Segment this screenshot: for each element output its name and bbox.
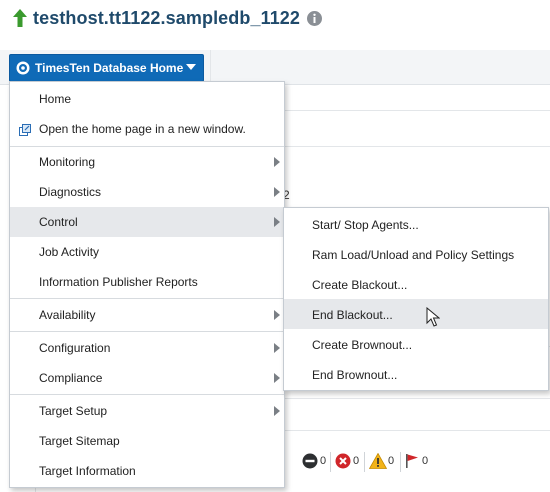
menu-item-diagnostics[interactable]: Diagnostics xyxy=(10,177,284,207)
menu-item-label: Job Activity xyxy=(39,245,100,259)
warning-count-value: 0 xyxy=(388,455,395,467)
critical-icon xyxy=(335,453,351,469)
submenu-item-end-blackout[interactable]: End Blackout... xyxy=(284,299,548,329)
status-divider xyxy=(364,452,365,472)
chevron-right-icon xyxy=(274,187,280,197)
background-divider xyxy=(283,110,550,111)
new-window-icon xyxy=(19,124,31,136)
chevron-right-icon xyxy=(274,157,280,167)
menu-item-control[interactable]: Control xyxy=(10,207,284,237)
submenu-item-label: End Blackout... xyxy=(312,308,393,322)
status-divider xyxy=(400,452,401,472)
submenu-item-label: Create Blackout... xyxy=(312,278,408,292)
menu-item-label: Configuration xyxy=(39,341,111,355)
menu-item-label: Availability xyxy=(39,308,96,322)
warning-icon xyxy=(369,453,387,469)
menu-item-label: Diagnostics xyxy=(39,185,102,199)
down-count-value: 0 xyxy=(320,455,327,467)
menu-separator xyxy=(10,331,284,332)
critical-count-value: 0 xyxy=(353,455,360,467)
flag-icon xyxy=(406,454,418,468)
submenu-item-label: Ram Load/Unload and Policy Settings xyxy=(312,248,515,262)
target-down-count[interactable]: 0 xyxy=(302,450,332,474)
menu-item-information-publisher-reports[interactable]: Information Publisher Reports xyxy=(10,267,284,297)
submenu-item-label: End Brownout... xyxy=(312,368,398,382)
target-up-status-icon xyxy=(13,9,27,27)
submenu-item-label: Start/ Stop Agents... xyxy=(312,218,419,232)
chevron-right-icon xyxy=(274,217,280,227)
submenu-item-start-stop-agents[interactable]: Start/ Stop Agents... xyxy=(284,209,548,239)
menu-item-label: Target Setup xyxy=(39,404,108,418)
menu-item-open-new-window[interactable]: Open the home page in a new window. xyxy=(10,114,284,144)
home-button-label: TimesTen Database Home xyxy=(35,61,184,75)
background-divider xyxy=(283,398,550,399)
page-header: testhost.tt1122.sampledb_1122 xyxy=(0,0,550,40)
timesten-database-home-menu-button[interactable]: TimesTen Database Home xyxy=(9,54,204,82)
submenu-item-create-blackout[interactable]: Create Blackout... xyxy=(284,269,548,299)
menu-item-configuration[interactable]: Configuration xyxy=(10,333,284,363)
menu-item-target-information[interactable]: Target Information xyxy=(10,456,284,486)
submenu-item-label: Create Brownout... xyxy=(312,338,413,352)
menu-item-compliance[interactable]: Compliance xyxy=(10,363,284,393)
menu-item-availability[interactable]: Availability xyxy=(10,300,284,330)
chevron-right-icon xyxy=(274,343,280,353)
menu-item-label: Open the home page in a new window. xyxy=(39,122,246,136)
control-submenu: Start/ Stop Agents... Ram Load/Unload an… xyxy=(283,207,549,391)
submenu-item-create-brownout[interactable]: Create Brownout... xyxy=(284,329,548,359)
chevron-right-icon xyxy=(274,406,280,416)
menu-item-label: Information Publisher Reports xyxy=(39,275,198,289)
chevron-down-icon xyxy=(186,64,196,70)
mouse-pointer-icon xyxy=(426,307,440,327)
menu-item-label: Target Sitemap xyxy=(39,434,120,448)
submenu-item-ram-load-unload[interactable]: Ram Load/Unload and Policy Settings xyxy=(284,239,548,269)
menu-item-label: Control xyxy=(39,215,78,229)
critical-incident-count[interactable]: 0 xyxy=(335,450,365,474)
toolbar-divider xyxy=(210,50,211,84)
menu-item-monitoring[interactable]: Monitoring xyxy=(10,147,284,177)
menu-separator xyxy=(10,298,284,299)
menu-item-label: Home xyxy=(39,92,72,106)
warning-incident-count[interactable]: 0 xyxy=(369,450,399,474)
escalated-incident-count[interactable]: 0 xyxy=(404,450,434,474)
chevron-right-icon xyxy=(274,310,280,320)
menu-item-home[interactable]: Home xyxy=(10,84,284,114)
timesten-db-icon xyxy=(16,61,30,75)
background-divider xyxy=(283,430,550,431)
target-down-icon xyxy=(302,453,318,469)
menu-item-target-setup[interactable]: Target Setup xyxy=(10,396,284,426)
flag-count-value: 0 xyxy=(422,455,429,467)
chevron-right-icon xyxy=(274,373,280,383)
timesten-home-dropdown-menu: Home Open the home page in a new window.… xyxy=(9,81,285,488)
menu-separator xyxy=(10,394,284,395)
target-title: testhost.tt1122.sampledb_1122 xyxy=(33,8,301,28)
menu-item-label: Monitoring xyxy=(39,155,96,169)
menu-item-target-sitemap[interactable]: Target Sitemap xyxy=(10,426,284,456)
menu-item-job-activity[interactable]: Job Activity xyxy=(10,237,284,267)
submenu-item-end-brownout[interactable]: End Brownout... xyxy=(284,359,548,389)
status-divider xyxy=(330,452,331,472)
background-divider xyxy=(283,146,550,147)
menu-item-label: Compliance xyxy=(39,371,103,385)
info-icon[interactable] xyxy=(307,11,322,26)
menu-item-label: Target Information xyxy=(39,464,136,478)
